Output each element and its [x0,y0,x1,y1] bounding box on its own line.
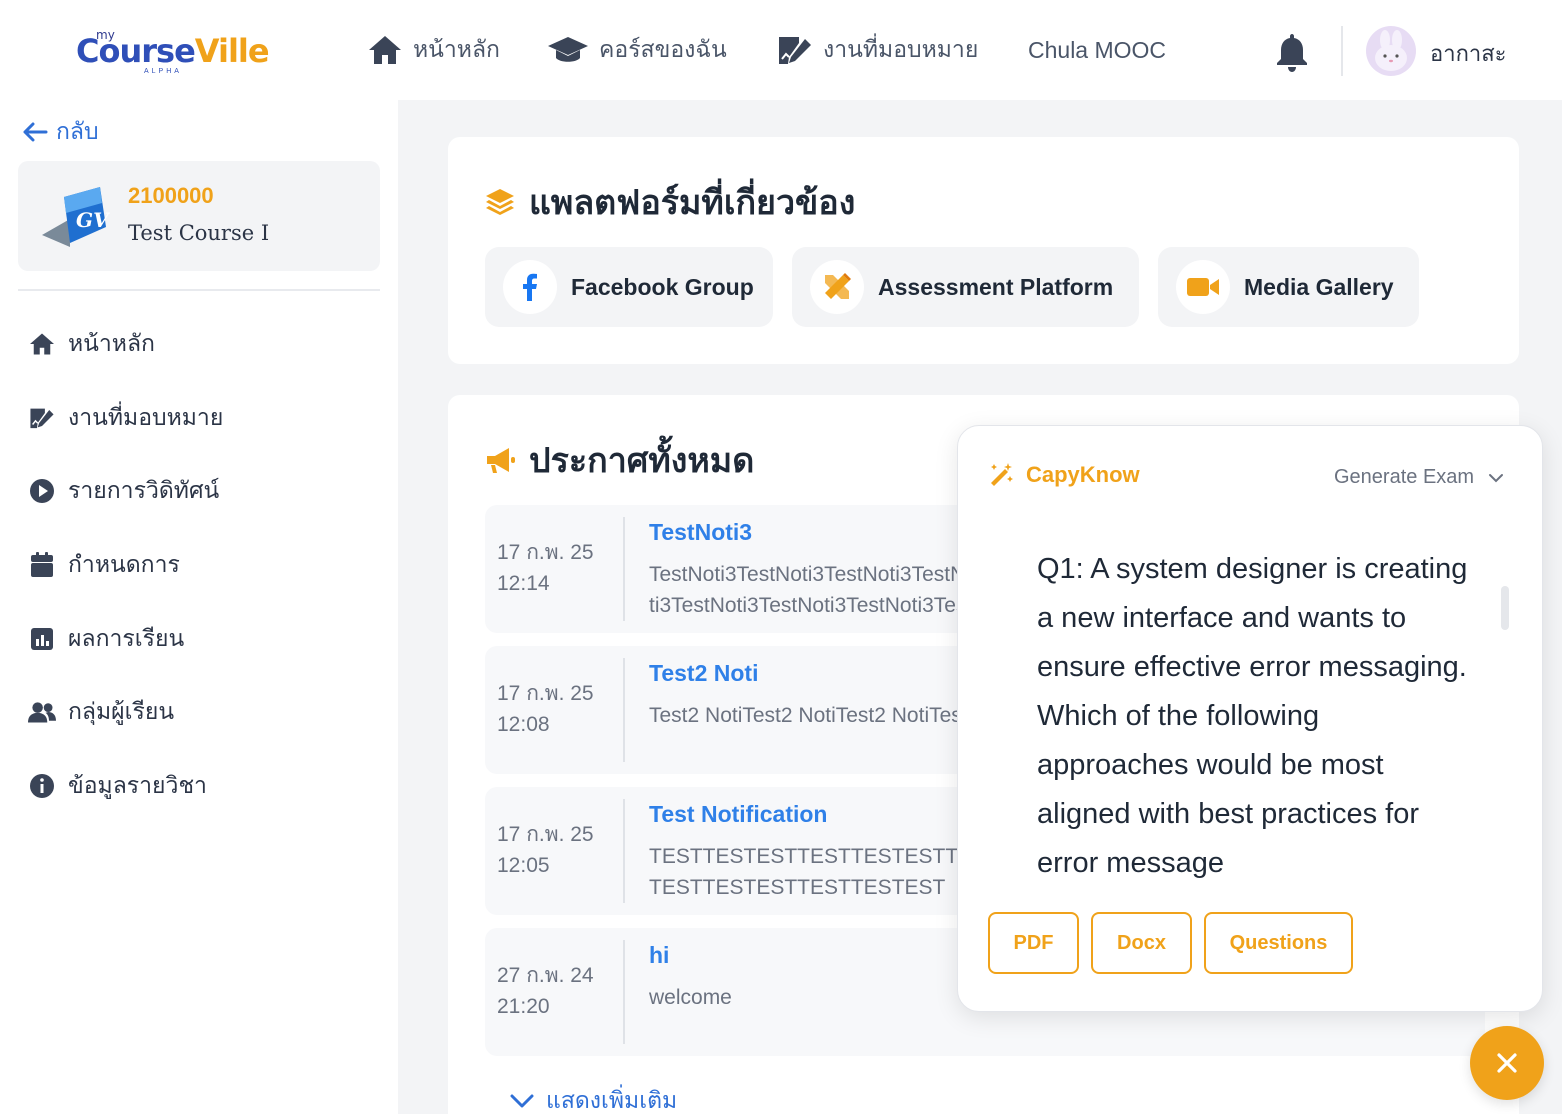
arrow-left-icon [23,122,48,142]
questions-button[interactable]: Questions [1204,912,1353,974]
media-gallery-button[interactable]: Media Gallery [1158,247,1419,327]
nav-home-label: หน้าหลัก [413,36,500,62]
announcement-date: 17 ก.พ. 25 12:14 [497,541,594,595]
announcement-body: TestNoti3TestNoti3TestNoti3TestNoti3 ti3T… [649,563,989,617]
info-icon [30,774,54,798]
layers-icon [486,189,514,215]
user-avatar[interactable] [1366,26,1416,76]
play-circle-icon [30,479,54,503]
platforms-heading: แพลตฟอร์มที่เกี่ยวข้อง [485,175,855,229]
sidebar-item-home[interactable]: หน้าหลัก [28,327,155,361]
pencil-ruler-icon [825,273,851,299]
assessment-platform-label: Assessment Platform [878,273,1114,300]
show-more-label: แสดงเพิ่มเติม [546,1087,678,1113]
assessment-platform-button[interactable]: Assessment Platform [792,247,1139,327]
close-assistant-button[interactable] [1470,1026,1544,1100]
nav-home[interactable]: หน้าหลัก [367,32,500,68]
chevron-down-icon [1489,473,1504,482]
assignment-edit-icon [30,408,54,429]
course-logo-icon: GV [42,187,110,247]
sidebar-item-videos[interactable]: รายการวิดิทัศน์ [28,474,219,508]
close-icon [1497,1053,1517,1073]
calendar-icon [31,552,53,577]
announcement-body: TESTTESTESTTESTTESTESTTESTTESTTESTTESTES… [649,845,989,899]
announcements-heading: ประกาศทั้งหมด [485,433,754,487]
facebook-icon [523,273,537,301]
magic-wand-icon [991,463,1013,486]
nav-assignments-label: งานที่มอบหมาย [823,36,979,62]
assignment-edit-icon [779,37,811,64]
export-docx-button[interactable]: Docx [1091,912,1192,974]
nav-my-courses-label: คอร์สของฉัน [599,36,727,62]
facebook-group-label: Facebook Group [571,273,754,300]
show-more-link[interactable]: แสดงเพิ่มเติม [510,1083,677,1114]
capyknow-panel: CapyKnow Generate Exam Q1: A system desi… [957,425,1543,1012]
header-divider [1341,26,1343,76]
home-icon [30,333,54,355]
course-sidebar: กลับ GV 2100000 Test Course I หน้าหลัก ง… [0,100,398,1114]
related-platforms-card: แพลตฟอร์มที่เกี่ยวข้อง Facebook Group As… [448,137,1519,364]
top-navbar: my CourseVille ALPHA หน้าหลัก คอร์สของฉั… [0,0,1562,100]
sidebar-divider [18,289,380,291]
bell-icon[interactable] [1274,32,1310,72]
announcements-title: ประกาศทั้งหมด [529,442,755,480]
graduation-cap-icon [548,37,588,62]
announcement-date: 17 ก.พ. 25 12:08 [497,682,594,736]
announcement-date: 27 ก.พ. 24 21:20 [497,964,594,1018]
sidebar-item-grades[interactable]: ผลการเรียน [28,622,184,656]
nav-my-courses[interactable]: คอร์สของฉัน [547,32,727,68]
sidebar-item-label: งานที่มอบหมาย [68,404,224,430]
logo-wordmark: CourseVille [76,32,270,70]
back-link[interactable]: กลับ [22,114,99,150]
back-label: กลับ [56,118,99,144]
sidebar-item-course-info[interactable]: ข้อมูลรายวิชา [28,769,207,803]
question-scrollbar[interactable] [1501,586,1509,630]
home-icon [369,36,401,64]
sidebar-item-schedule[interactable]: กำหนดการ [28,548,180,582]
announcement-body: welcome [649,986,732,1009]
sidebar-item-label: หน้าหลัก [68,330,155,356]
nav-chula-mooc[interactable]: Chula MOOC [1028,32,1166,68]
export-pdf-button[interactable]: PDF [988,912,1079,974]
media-gallery-label: Media Gallery [1244,273,1394,300]
capyknow-brand: CapyKnow [988,462,1140,488]
users-icon [28,702,56,723]
svg-text:GV: GV [76,208,110,232]
sidebar-item-label: รายการวิดิทัศน์ [68,477,220,503]
chevron-down-icon [510,1094,534,1108]
course-name: Test Course I [128,221,270,245]
sidebar-item-assignments[interactable]: งานที่มอบหมาย [28,401,223,435]
platforms-title: แพลตฟอร์มที่เกี่ยวข้อง [529,184,856,222]
sidebar-item-label: กลุ่มผู้เรียน [68,698,175,724]
announcement-date: 17 ก.พ. 25 12:05 [497,823,594,877]
announcement-title: hi [649,942,670,968]
generate-exam-dropdown[interactable]: Generate Exam [1334,466,1504,489]
announcement-body: Test2 NotiTest2 NotiTest2 NotiTest2 Noti [649,704,989,727]
megaphone-icon [487,448,515,473]
generate-exam-label: Generate Exam [1334,466,1475,488]
bar-chart-icon [31,628,53,650]
generated-question-text: Q1: A system designer is creating a new … [1037,553,1468,879]
logo-alpha-text: ALPHA [144,68,182,75]
sidebar-item-label: ผลการเรียน [68,625,185,651]
video-camera-icon [1187,278,1219,296]
sidebar-item-learners[interactable]: กลุ่มผู้เรียน [28,695,174,729]
announcement-title: Test2 Noti [649,660,759,686]
course-code: 2100000 [128,183,214,208]
nav-assignments[interactable]: งานที่มอบหมาย [777,32,978,68]
announcement-title: Test Notification [649,801,828,827]
nav-chula-mooc-label: Chula MOOC [1028,36,1167,63]
sidebar-item-label: กำหนดการ [68,551,180,577]
user-name[interactable]: อากาสะ [1430,36,1506,71]
mycourseville-logo[interactable]: my CourseVille ALPHA [74,24,270,80]
facebook-group-button[interactable]: Facebook Group [485,247,773,327]
capyknow-title: CapyKnow [1026,462,1140,487]
announcement-title: TestNoti3 [649,519,753,545]
sidebar-item-label: ข้อมูลรายวิชา [68,772,207,798]
course-card[interactable]: GV 2100000 Test Course I [18,161,380,271]
